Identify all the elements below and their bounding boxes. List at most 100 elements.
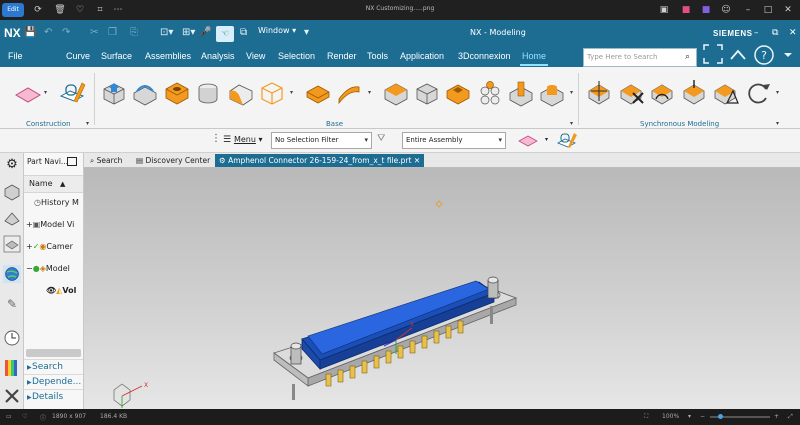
constraint-navigator-icon[interactable] (3, 209, 21, 227)
menu-home[interactable]: Home (522, 51, 546, 61)
nx-minimize-icon[interactable]: – (754, 28, 759, 38)
menu-tools[interactable]: Tools (367, 51, 388, 61)
touch-mode-icon[interactable]: ☜ (216, 26, 234, 42)
maximize-panel-icon[interactable] (67, 157, 77, 166)
graphics-window[interactable]: X X (84, 168, 800, 409)
roles-tools-icon[interactable] (3, 387, 21, 405)
draft-icon[interactable] (382, 79, 410, 107)
window-menu[interactable]: Window ▾ (258, 26, 296, 35)
sync-group-dropdown-icon[interactable]: ▾ (776, 120, 779, 127)
section-details[interactable]: ▶ Details (24, 389, 83, 404)
menu-analysis[interactable]: Analysis (201, 51, 235, 61)
hole-icon[interactable] (163, 79, 191, 107)
name-column-header[interactable]: Name ▲ (24, 175, 83, 193)
tree-node-model-views[interactable]: +▣Model Vi (26, 220, 74, 229)
cylinder-icon[interactable] (195, 79, 223, 107)
datum-plane-icon[interactable] (14, 79, 42, 107)
paste-icon[interactable]: ⎘ (130, 27, 138, 38)
sort-ascending-icon[interactable]: ▲ (60, 176, 65, 192)
construction-group-dropdown-icon[interactable]: ▾ (86, 120, 89, 127)
thicken-icon[interactable] (335, 79, 363, 107)
menu-file[interactable]: File (8, 51, 23, 61)
web-browser-icon[interactable] (3, 265, 21, 283)
datum-dropdown-icon[interactable]: ▾ (44, 89, 47, 96)
expand-plus-icon[interactable]: + (26, 242, 33, 251)
part-navigator-icon[interactable] (3, 235, 21, 253)
selection-scope-select[interactable]: Entire Assembly ▾ (402, 132, 506, 149)
save-icon[interactable]: 💾 (24, 27, 36, 38)
app-icon-2[interactable]: ■ (700, 4, 712, 16)
selection-filter-select[interactable]: No Selection Filter ▾ (271, 132, 372, 149)
resize-face-icon[interactable] (711, 79, 739, 107)
offset-region-icon[interactable] (680, 79, 708, 107)
undo-icon[interactable]: ↶ (44, 27, 52, 38)
collapse-ribbon-icon[interactable] (730, 49, 746, 60)
repeat-command-icon[interactable]: ⊡▾ (160, 27, 173, 38)
nx-restore-icon[interactable]: ⧉ (772, 28, 778, 38)
menu-application[interactable]: Application (400, 51, 444, 61)
block-icon[interactable] (413, 79, 441, 107)
person-icon[interactable]: ☺ (720, 4, 732, 16)
move-face-icon[interactable] (585, 79, 613, 107)
edge-blend-icon[interactable] (227, 79, 255, 107)
copy-icon[interactable]: ❐ (108, 27, 117, 38)
menu-curve[interactable]: Curve (66, 51, 90, 61)
microphone-icon[interactable]: 🎤 (199, 27, 211, 38)
maximize-icon[interactable]: □ (762, 4, 774, 16)
tab-discovery-center[interactable]: ▤ Discovery Center (132, 154, 214, 167)
zoom-in-icon[interactable]: + (774, 413, 779, 420)
menu-selection[interactable]: Selection (278, 51, 315, 61)
section-dependencies[interactable]: ▶ Depende... (24, 374, 83, 389)
palette-icon[interactable] (3, 359, 21, 377)
zoom-dropdown-icon[interactable]: ▾ (688, 413, 691, 420)
gallery-icon[interactable]: ▣ (658, 4, 670, 16)
app-icon-1[interactable]: ■ (680, 4, 692, 16)
fullscreen-icon[interactable] (703, 44, 723, 64)
minimize-icon[interactable]: – (742, 4, 754, 16)
tree-node-history[interactable]: ◷History M (34, 198, 79, 207)
menu-view[interactable]: View (246, 51, 265, 61)
settings-gear-icon[interactable]: ⚙ (3, 157, 21, 175)
cut-icon[interactable]: ✂ (90, 27, 98, 38)
unite-icon[interactable] (507, 79, 535, 107)
horizontal-scrollbar[interactable] (26, 349, 81, 357)
expand-plus-icon[interactable]: + (26, 220, 33, 229)
extrude-icon[interactable] (100, 79, 128, 107)
collapse-minus-icon[interactable]: − (26, 264, 33, 273)
fit-window-icon[interactable]: ⛶ (644, 413, 648, 421)
history-pin-icon[interactable]: ✎ (3, 297, 21, 315)
info-icon[interactable]: ⓘ (40, 413, 46, 422)
tab-search[interactable]: ⌕ Search (86, 154, 126, 167)
tab-close-icon[interactable]: ✕ (414, 156, 420, 165)
menu-surface[interactable]: Surface (101, 51, 132, 61)
chamfer-icon[interactable] (258, 79, 286, 107)
nx-close-icon[interactable]: ✕ (789, 28, 797, 38)
zoom-level[interactable]: 100% (662, 413, 679, 420)
tab-part-file[interactable]: ⚙ Amphenol Connector 26-159-24_from_x_t … (215, 154, 425, 167)
subtract-icon[interactable] (538, 79, 566, 107)
menu-button[interactable]: ☰ Menu ▾ (223, 135, 262, 145)
visible-dot-icon[interactable]: ● (33, 264, 40, 273)
search-icon[interactable]: ⌕ (685, 51, 697, 63)
pattern-feature-icon[interactable] (476, 79, 504, 107)
section-search[interactable]: ▶ Search (24, 359, 83, 374)
model-viewport[interactable]: X X (84, 168, 800, 409)
shell-icon[interactable] (304, 79, 332, 107)
view-triad-icon[interactable]: X (113, 382, 148, 408)
combine-dropdown-icon[interactable]: ▾ (570, 89, 573, 96)
revolve-icon[interactable] (131, 79, 159, 107)
assembly-navigator-icon[interactable] (3, 183, 21, 201)
tree-node-volume[interactable]: 👁◭Vol (46, 286, 76, 295)
visibility-eye-icon[interactable]: 👁 (46, 286, 56, 295)
quick-access-dropdown-icon[interactable]: ▾ (304, 27, 309, 38)
menu-render[interactable]: Render (327, 51, 357, 61)
base-group-dropdown-icon[interactable]: ▾ (570, 120, 573, 127)
menu-3dconnexion[interactable]: 3Dconnexion (458, 51, 511, 61)
menu-assemblies[interactable]: Assemblies (145, 51, 191, 61)
history-clock-icon[interactable] (3, 329, 21, 347)
base-more-dropdown-icon[interactable]: ▾ (290, 89, 293, 96)
filter-funnel-icon[interactable]: ⛛ (377, 133, 385, 144)
command-finder-icon[interactable]: ⊞▾ (182, 27, 195, 38)
window-icon[interactable]: ⧉ (240, 27, 247, 38)
filmstrip-icon[interactable]: ▭ (6, 413, 12, 420)
